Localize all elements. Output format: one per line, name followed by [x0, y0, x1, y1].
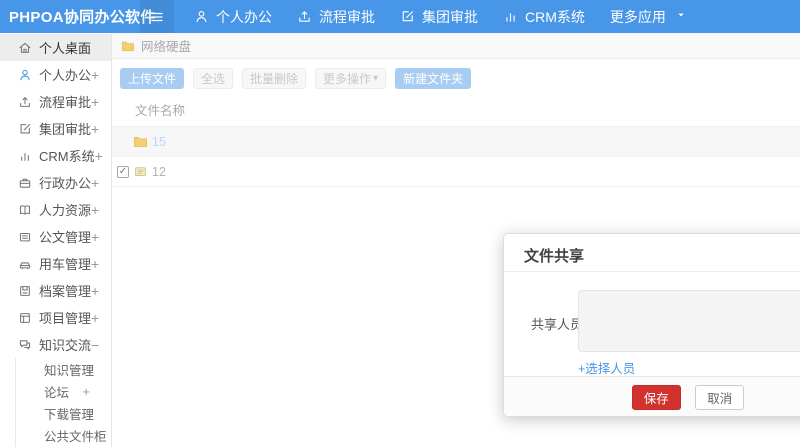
folder-icon [121, 39, 135, 53]
archive-icon [18, 284, 32, 298]
sidebar: 个人桌面 个人办公 + 流程审批 + 集团审批 + CRM系统 + 行政办公 + 人力资源 + 公文管理 +… [0, 33, 112, 447]
sidebar-item-crm-system[interactable]: CRM系统 + [0, 142, 111, 169]
breadcrumb: 网络硬盘 [112, 33, 800, 59]
hamburger-icon [149, 9, 165, 25]
car-icon [18, 257, 32, 271]
file-name[interactable]: 12 [152, 165, 166, 179]
file-row[interactable]: 15 [112, 127, 800, 157]
share-members-input[interactable] [578, 290, 800, 352]
nav-item-personal-office[interactable]: 个人办公 [194, 7, 272, 27]
home-icon [18, 41, 32, 55]
sidebar-item-human-resources[interactable]: 人力资源 + [0, 196, 111, 223]
expand-toggle-icon[interactable]: + [91, 67, 99, 83]
chart-icon [503, 9, 518, 24]
user-icon [18, 68, 32, 82]
sidebar-item-workflow-approval[interactable]: 流程审批 + [0, 88, 111, 115]
expand-toggle-icon[interactable]: + [95, 148, 103, 164]
flow-icon [18, 95, 32, 109]
folder-icon [133, 134, 148, 149]
dialog-title: 文件共享 [524, 248, 585, 265]
doc-icon [18, 230, 32, 244]
nav-item-group-approval[interactable]: 集团审批 [400, 7, 478, 27]
nav-item-crm-system[interactable]: CRM系统 [503, 7, 585, 27]
expand-toggle-icon[interactable]: + [91, 94, 99, 110]
chart-icon [18, 149, 32, 163]
caret-down-icon [675, 9, 690, 24]
expand-toggle-icon[interactable]: + [91, 121, 99, 137]
file-name-column-header: 文件名称 [112, 89, 800, 127]
dialog-header: 文件共享 [504, 234, 800, 272]
sidebar-item-knowledge-exchange[interactable]: 知识交流 − [0, 331, 111, 358]
caret-down-icon: ▾ [373, 73, 379, 84]
expand-toggle-icon[interactable]: + [91, 229, 99, 245]
hamburger-menu-button[interactable] [140, 0, 174, 33]
user-icon [194, 9, 209, 24]
sidebar-item-personal-office[interactable]: 个人办公 + [0, 61, 111, 88]
edit-icon [400, 9, 415, 24]
submenu-knowledge-exchange: 知识管理论坛+下载管理公共文件柜网络硬盘 [15, 358, 111, 447]
file-row[interactable]: ✓ 12 [112, 157, 800, 187]
sidebar-subitem-public-file-cabinet[interactable]: 公共文件柜 [16, 424, 111, 446]
more-actions-button[interactable]: 更多操作 ▾ [315, 68, 387, 89]
top-nav: 个人办公 流程审批 集团审批 CRM系统 更多应用 [194, 7, 690, 27]
file-toolbar: 上传文件 全选 批量删除 更多操作 ▾ 新建文件夹 [112, 59, 800, 89]
share-members-label: 共享人员 [531, 317, 584, 332]
choose-members-link[interactable]: +选择人员 [578, 358, 635, 377]
book-icon [18, 203, 32, 217]
new-folder-button[interactable]: 新建文件夹 [395, 68, 472, 89]
sidebar-item-group-approval[interactable]: 集团审批 + [0, 115, 111, 142]
zip-file-icon [133, 164, 148, 179]
expand-toggle-icon[interactable]: − [91, 337, 99, 353]
breadcrumb-label: 网络硬盘 [141, 40, 192, 54]
sidebar-item-document-management[interactable]: 公文管理 + [0, 223, 111, 250]
expand-toggle-icon[interactable]: + [91, 175, 99, 191]
expand-toggle-icon[interactable]: + [91, 202, 99, 218]
expand-toggle-icon[interactable]: + [91, 310, 99, 326]
sidebar-item-admin-office[interactable]: 行政办公 + [0, 169, 111, 196]
expand-toggle-icon[interactable]: + [82, 384, 90, 399]
sidebar-subitem-download-management[interactable]: 下载管理 [16, 402, 111, 424]
sidebar-item-vehicle-management[interactable]: 用车管理 + [0, 250, 111, 277]
expand-toggle-icon[interactable]: + [91, 256, 99, 272]
dialog-body: 共享人员 +选择人员 [504, 272, 800, 378]
nav-item-workflow-approval[interactable]: 流程审批 [297, 7, 375, 27]
cancel-button[interactable]: 取消 [695, 385, 745, 410]
file-list: 15 ✓ 12 [112, 127, 800, 187]
sidebar-item-project-management[interactable]: 项目管理 + [0, 304, 111, 331]
flow-icon [297, 9, 312, 24]
sidebar-subitem-knowledge-management[interactable]: 知识管理 [16, 358, 111, 380]
save-button[interactable]: 保存 [631, 385, 681, 410]
expand-toggle-icon[interactable]: + [91, 283, 99, 299]
sidebar-item-personal-desktop[interactable]: 个人桌面 [0, 34, 111, 61]
nav-item-more-apps[interactable]: 更多应用 [610, 7, 690, 27]
sidebar-subitem-forum[interactable]: 论坛 + [16, 380, 111, 402]
dialog-footer: 保存 取消 [504, 376, 800, 416]
upload-file-button[interactable]: 上传文件 [120, 68, 185, 89]
topbar: PHPOA协同办公软件 个人办公 流程审批 集团审批 CRM系统 更多应用 [0, 0, 800, 33]
edit-icon [18, 122, 32, 136]
sidebar-item-archive-management[interactable]: 档案管理 + [0, 277, 111, 304]
row-checkbox[interactable]: ✓ [117, 165, 129, 178]
select-all-button[interactable]: 全选 [193, 68, 234, 89]
file-name[interactable]: 15 [152, 135, 166, 149]
chat-icon [18, 338, 32, 352]
batch-delete-button[interactable]: 批量删除 [242, 68, 307, 89]
project-icon [18, 311, 32, 325]
file-share-dialog: 文件共享 共享人员 +选择人员 保存 取消 [503, 233, 800, 417]
app-logo: PHPOA协同办公软件 [9, 9, 156, 26]
briefcase-icon [18, 176, 32, 190]
